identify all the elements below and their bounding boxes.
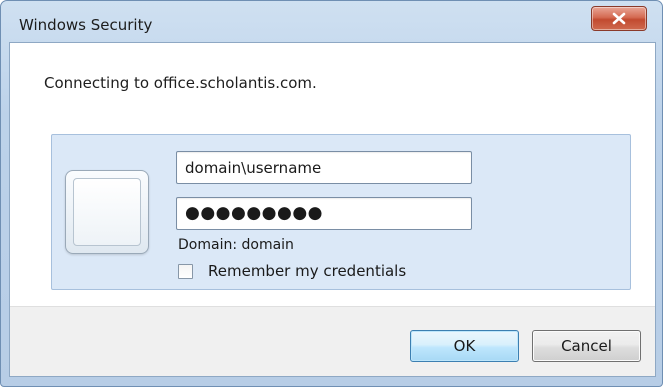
domain-label: Domain: domain bbox=[178, 237, 294, 253]
username-field[interactable] bbox=[176, 151, 472, 184]
title-bar[interactable]: Windows Security bbox=[1, 1, 662, 41]
remember-checkbox[interactable] bbox=[178, 263, 193, 279]
connecting-message: Connecting to office.scholantis.com. bbox=[44, 74, 317, 92]
user-tile-frame bbox=[73, 178, 141, 246]
user-tile-icon bbox=[65, 170, 149, 254]
remember-label[interactable]: Remember my credentials bbox=[208, 262, 406, 280]
close-button[interactable] bbox=[591, 6, 647, 31]
button-bar: OK Cancel bbox=[10, 306, 655, 376]
credential-panel: ●●●●●●●●● Domain: domain Remember my cre… bbox=[51, 134, 631, 290]
ok-button[interactable]: OK bbox=[410, 330, 519, 362]
window-title: Windows Security bbox=[19, 16, 153, 34]
password-field[interactable]: ●●●●●●●●● bbox=[176, 197, 472, 230]
security-dialog: Windows Security Connecting to office.sc… bbox=[0, 0, 663, 387]
cancel-button[interactable]: Cancel bbox=[532, 330, 641, 362]
dialog-body: Connecting to office.scholantis.com. ●●●… bbox=[9, 42, 656, 377]
close-icon bbox=[612, 12, 626, 25]
remember-credentials-option[interactable]: Remember my credentials bbox=[178, 261, 406, 281]
